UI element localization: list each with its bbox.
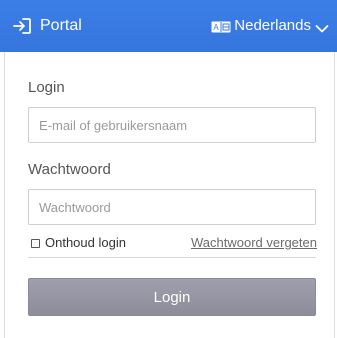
portal-header: Portal A Nederlands: [0, 0, 337, 52]
login-button[interactable]: Login: [28, 278, 316, 316]
password-label: Wachtwoord: [28, 161, 111, 178]
chevron-down-icon: [315, 21, 329, 33]
remember-label: Onthoud login: [45, 235, 126, 250]
remember-checkbox[interactable]: [31, 238, 40, 248]
portal-title: Portal: [40, 17, 82, 34]
login-label: Login: [28, 79, 65, 96]
portal-brand[interactable]: Portal: [12, 15, 82, 37]
login-input[interactable]: [28, 107, 316, 143]
language-icon: A: [211, 20, 231, 33]
language-selector[interactable]: A Nederlands: [211, 16, 329, 36]
login-window: Portal A Nederlands Login Wachtwo: [0, 0, 337, 338]
password-input[interactable]: [28, 189, 316, 225]
language-label: Nederlands: [234, 17, 311, 34]
language-icon-letter: A: [214, 23, 220, 32]
sign-in-arrow-icon: [12, 17, 32, 35]
forgot-password-link[interactable]: Wachtwoord vergeten: [191, 236, 317, 250]
divider: [28, 257, 316, 258]
remember-login[interactable]: Onthoud login: [31, 236, 126, 250]
